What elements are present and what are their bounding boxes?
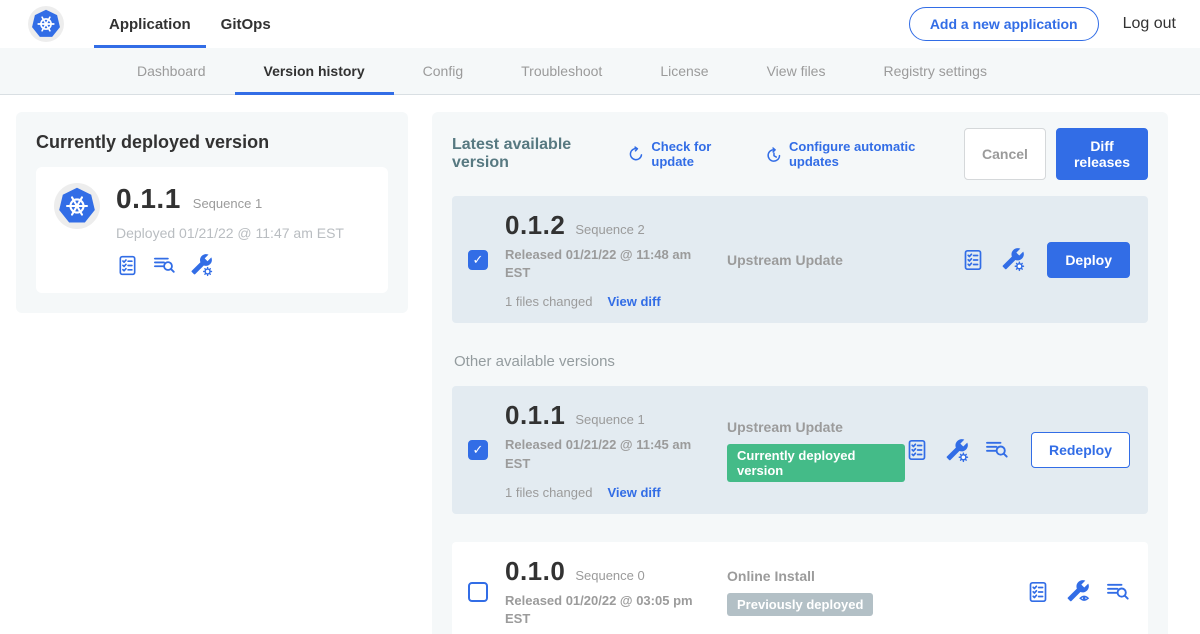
troubleshoot-wrench-gear-icon[interactable]	[1000, 247, 1025, 272]
deployed-panel-title: Currently deployed version	[36, 132, 388, 153]
check-for-update-link[interactable]: Check for update	[627, 139, 738, 169]
released-timestamp: Released 01/21/22 @ 11:48 am EST	[505, 246, 695, 282]
clock-refresh-icon	[764, 145, 783, 164]
config-checklist-icon[interactable]	[1026, 580, 1050, 604]
configure-updates-label: Configure automatic updates	[789, 139, 938, 169]
deployed-version-number: 0.1.1	[116, 183, 181, 215]
subnav-dashboard[interactable]: Dashboard	[108, 48, 235, 94]
subnav-license[interactable]: License	[631, 48, 737, 94]
version-history-panel: Latest available version Check for updat…	[432, 112, 1168, 634]
view-diff-link[interactable]: View diff	[607, 485, 660, 500]
view-files-search-icon[interactable]	[1105, 580, 1130, 604]
redeploy-button[interactable]: Redeploy	[1031, 432, 1130, 468]
deployed-sequence-label: Sequence 1	[193, 196, 262, 211]
subnav-version-history[interactable]: Version history	[235, 48, 394, 94]
logout-button[interactable]: Log out	[1123, 15, 1176, 33]
version-source-label: Online Install	[727, 568, 1026, 584]
files-changed-label: 1 files changed	[505, 485, 592, 500]
version-source-label: Upstream Update	[727, 419, 905, 435]
latest-version-header: Latest available version Check for updat…	[452, 128, 1148, 180]
diff-releases-button[interactable]: Diff releases	[1056, 128, 1148, 180]
previously-deployed-badge: Previously deployed	[727, 593, 873, 616]
add-application-button[interactable]: Add a new application	[909, 7, 1099, 41]
version-number: 0.1.0	[505, 556, 565, 587]
troubleshoot-wrench-gear-icon[interactable]	[944, 438, 969, 463]
kubernetes-logo-icon	[28, 6, 64, 42]
top-navbar: Application GitOps Add a new application…	[0, 0, 1200, 48]
version-checkbox[interactable]	[468, 250, 488, 270]
configure-automatic-updates-link[interactable]: Configure automatic updates	[764, 139, 938, 169]
config-checklist-icon[interactable]	[905, 438, 929, 462]
config-checklist-icon[interactable]	[116, 254, 139, 277]
version-checkbox[interactable]	[468, 440, 488, 460]
subnav-troubleshoot[interactable]: Troubleshoot	[492, 48, 631, 94]
currently-deployed-panel: Currently deployed version 0.1.1 Sequenc…	[16, 112, 408, 313]
kubernetes-logo-icon	[54, 183, 100, 229]
cancel-button[interactable]: Cancel	[964, 128, 1046, 180]
view-diff-link[interactable]: View diff	[607, 294, 660, 309]
view-files-search-icon[interactable]	[152, 254, 176, 277]
version-number: 0.1.2	[505, 210, 565, 241]
other-versions-title: Other available versions	[454, 353, 1148, 370]
currently-deployed-badge: Currently deployed version	[727, 444, 905, 482]
view-files-search-icon[interactable]	[984, 438, 1009, 462]
version-checkbox[interactable]	[468, 582, 488, 602]
version-row-0-1-1: 0.1.1 Sequence 1 Released 01/21/22 @ 11:…	[452, 386, 1148, 513]
main-content: Currently deployed version 0.1.1 Sequenc…	[0, 95, 1200, 634]
subnav-config[interactable]: Config	[394, 48, 492, 94]
navbar-right: Add a new application Log out	[909, 7, 1176, 41]
nav-tab-gitops[interactable]: GitOps	[206, 0, 286, 48]
version-number: 0.1.1	[505, 400, 565, 431]
subnav-view-files[interactable]: View files	[738, 48, 855, 94]
version-row-0-1-0: 0.1.0 Sequence 0 Released 01/20/22 @ 03:…	[452, 542, 1148, 634]
deployed-timestamp: Deployed 01/21/22 @ 11:47 am EST	[116, 225, 344, 241]
sequence-label: Sequence 1	[575, 412, 644, 427]
preflight-wrench-eye-icon[interactable]	[1065, 579, 1090, 604]
subnav-registry-settings[interactable]: Registry settings	[854, 48, 1015, 94]
app-subnav: Dashboard Version history Config Trouble…	[0, 48, 1200, 95]
version-row-0-1-2: 0.1.2 Sequence 2 Released 01/21/22 @ 11:…	[452, 196, 1148, 323]
sequence-label: Sequence 0	[575, 568, 644, 583]
nav-tab-application[interactable]: Application	[94, 0, 206, 48]
deploy-button[interactable]: Deploy	[1047, 242, 1130, 278]
files-changed-label: 1 files changed	[505, 294, 592, 309]
released-timestamp: Released 01/20/22 @ 03:05 pm EST	[505, 592, 695, 628]
latest-version-title: Latest available version	[452, 136, 605, 172]
deployed-version-card: 0.1.1 Sequence 1 Deployed 01/21/22 @ 11:…	[36, 167, 388, 293]
troubleshoot-wrench-gear-icon[interactable]	[189, 253, 213, 277]
released-timestamp: Released 01/21/22 @ 11:45 am EST	[505, 436, 695, 472]
sequence-label: Sequence 2	[575, 222, 644, 237]
version-source-label: Upstream Update	[727, 252, 961, 268]
refresh-icon	[627, 145, 645, 163]
check-for-update-label: Check for update	[651, 139, 738, 169]
config-checklist-icon[interactable]	[961, 248, 985, 272]
